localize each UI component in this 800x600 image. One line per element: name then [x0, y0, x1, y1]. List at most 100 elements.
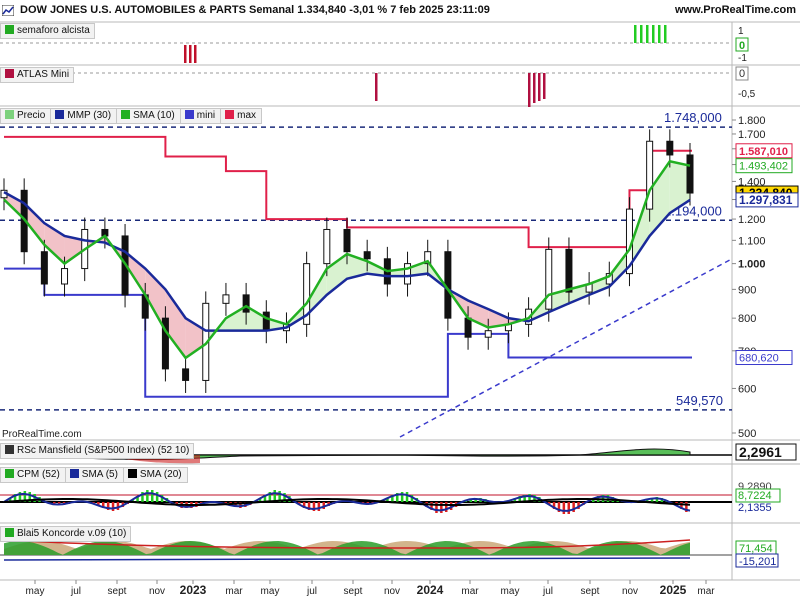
time-x-axis: may jul sept nov 2023 mar may jul sept nov 2024 mar… — [26, 580, 715, 597]
legend-swatch — [55, 110, 65, 119]
cpm-bar — [151, 490, 154, 502]
legend-label: Precio — [17, 110, 46, 121]
chart-canvas[interactable]: 1-10 0-0,5 1.748,0001.194,000549,570 2,2… — [0, 0, 800, 600]
x-tick-label: 2025 — [660, 583, 687, 597]
candle-body — [61, 268, 69, 285]
price-y-axis: 1.8001.7001.6001.5001.4001.3001.2001.100… — [732, 115, 799, 440]
atlas-value: 0 — [739, 68, 745, 80]
value-tag: 1.587,010 — [735, 143, 793, 159]
koncorde-value-2: -15,201 — [739, 556, 776, 568]
cpm-bar — [111, 502, 115, 511]
atlas-bar — [543, 73, 546, 99]
cpm-bar — [116, 502, 120, 510]
koncorde-legend[interactable]: Blai5 Koncorde v.09 (10) — [0, 526, 132, 542]
cpm-legend-item[interactable]: SMA (20) — [123, 467, 188, 483]
legend-swatch — [5, 469, 14, 478]
x-tick-label: nov — [149, 586, 165, 597]
y-tick-label: 600 — [738, 383, 756, 395]
legend-label: SMA (5) — [81, 469, 118, 480]
semaforo-bar — [640, 25, 643, 43]
price-legend-item[interactable]: MMP (30) — [51, 108, 118, 124]
candle-body — [666, 140, 674, 156]
candle-body — [222, 294, 230, 304]
koncorde-label: Blai5 Koncorde v.09 (10) — [17, 528, 127, 539]
cpm-bar — [405, 492, 409, 502]
semaforo-bar — [189, 45, 192, 63]
atlas-swatch — [5, 69, 14, 78]
rsc-swatch — [5, 445, 14, 454]
legend-swatch — [121, 110, 131, 119]
x-tick-label: sept — [581, 586, 600, 597]
cpm-legend-item[interactable]: CPM (52) — [0, 467, 66, 483]
semaforo-bar — [194, 45, 197, 63]
koncorde-swatch — [5, 528, 14, 537]
value-tag-text: 1.587,010 — [739, 146, 788, 158]
candle-body — [40, 251, 48, 285]
x-tick-label: nov — [622, 586, 638, 597]
semaforo-bar — [184, 45, 187, 63]
semaforo-legend[interactable]: semaforo alcista — [0, 23, 95, 39]
y-tick-label: 900 — [738, 284, 756, 296]
value-tag: 1.493,402 — [735, 158, 793, 174]
value-tag: 680,620 — [735, 350, 793, 366]
x-tick-label: jul — [70, 586, 81, 597]
legend-swatch — [184, 110, 194, 119]
candle-body — [686, 154, 694, 194]
semaforo-bar — [634, 25, 637, 43]
cpm-bar — [567, 502, 570, 514]
cpm-legend-item[interactable]: SMA (5) — [65, 467, 124, 483]
legend-swatch — [225, 110, 235, 119]
level-label-low: 549,570 — [676, 393, 723, 408]
legend-swatch — [127, 469, 137, 478]
atlas-bar — [528, 73, 531, 107]
cpm-value-mid: 8,7224 — [738, 490, 772, 502]
cpm-panel[interactable]: 9,28908,72242,1355 — [0, 481, 781, 514]
candle-body — [484, 330, 492, 338]
semaforo-swatch — [5, 25, 14, 34]
watermark: ProRealTime.com — [2, 429, 82, 440]
legend-swatch — [5, 110, 14, 119]
legend-label: SMA (20) — [139, 469, 182, 480]
candle-body — [262, 311, 270, 332]
legend-label: max — [237, 110, 257, 121]
koncorde-value-1: 71,454 — [739, 543, 773, 555]
atlas-panel[interactable]: 0 -0,5 — [0, 66, 756, 107]
price-legend-item[interactable]: Precio — [0, 108, 52, 124]
rsc-legend[interactable]: RSc Mansfield (S&P500 Index) (52 10) — [0, 443, 195, 459]
price-legend[interactable]: Precio MMP (30) SMA (10) mini max — [0, 108, 263, 124]
semaforo-scale-bottom: -1 — [738, 53, 747, 64]
legend-label: SMA (10) — [133, 110, 175, 121]
x-tick-label: mar — [697, 586, 715, 597]
semaforo-bar — [652, 25, 655, 43]
cpm-bar — [146, 490, 149, 502]
x-tick-label: may — [501, 586, 520, 597]
atlas-legend[interactable]: ATLAS Mini — [0, 67, 75, 83]
legend-label: CPM (52) — [17, 469, 60, 480]
rsc-label: RSc Mansfield (S&P500 Index) (52 10) — [17, 445, 190, 456]
y-tick-label: 1.800 — [738, 115, 766, 127]
x-tick-label: mar — [461, 586, 479, 597]
legend-swatch — [69, 469, 79, 478]
legend-label: MMP (30) — [67, 110, 112, 121]
panel-frames — [0, 21, 800, 581]
atlas-bar — [375, 73, 378, 101]
atlas-bar — [538, 73, 541, 101]
price-legend-item[interactable]: max — [221, 108, 263, 124]
x-tick-label: 2023 — [180, 583, 207, 597]
semaforo-bar — [646, 25, 649, 43]
semaforo-panel[interactable]: 1 -10 — [0, 25, 749, 64]
x-tick-label: jul — [542, 586, 553, 597]
x-tick-label: jul — [306, 586, 317, 597]
koncorde-blue-line — [3, 557, 691, 561]
price-panel[interactable]: 1.748,0001.194,000549,570 — [0, 110, 733, 438]
y-tick-label: 500 — [738, 428, 756, 440]
candle-body — [565, 248, 573, 293]
price-legend-item[interactable]: SMA (10) — [117, 108, 181, 124]
x-tick-label: sept — [344, 586, 363, 597]
koncorde-panel[interactable]: 71,454-15,201 — [0, 539, 779, 568]
price-legend-item[interactable]: mini — [180, 108, 222, 124]
cpm-legend[interactable]: CPM (52) SMA (5) SMA (20) — [0, 467, 188, 483]
atlas-scale: -0,5 — [738, 89, 756, 100]
value-tag-text: 680,620 — [739, 353, 779, 365]
cpm-value-bottom: 2,1355 — [738, 502, 772, 514]
